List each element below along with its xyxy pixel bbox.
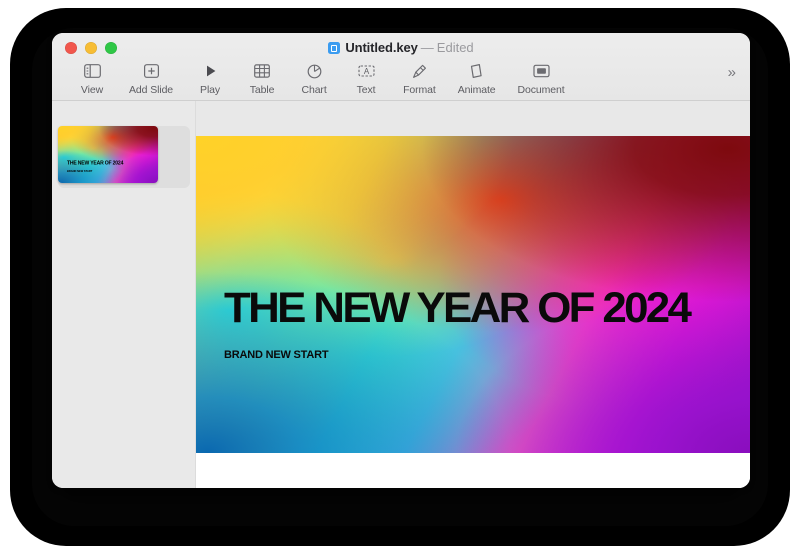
plus-box-icon bbox=[143, 61, 160, 81]
thumbnail-title: THE NEW YEAR OF 2024 bbox=[67, 160, 123, 167]
paintbrush-icon bbox=[412, 61, 427, 81]
toolbar-button-view[interactable]: View bbox=[66, 59, 118, 96]
slide-title-text[interactable]: THE NEW YEAR OF 2024 bbox=[224, 287, 689, 330]
slide-subtitle-text[interactable]: BRAND NEW START bbox=[224, 349, 328, 361]
document-name[interactable]: Untitled.key bbox=[345, 40, 417, 55]
table-grid-icon bbox=[254, 61, 270, 81]
text-box-a-icon: A bbox=[358, 61, 375, 81]
toolbar-label-play: Play bbox=[200, 84, 220, 96]
toolbar-button-chart[interactable]: Chart bbox=[288, 59, 340, 96]
toolbar-button-play[interactable]: Play bbox=[184, 59, 236, 96]
toolbar-button-table[interactable]: Table bbox=[236, 59, 288, 96]
slide-canvas[interactable]: THE NEW YEAR OF 2024 BRAND NEW START bbox=[196, 136, 750, 453]
toolbar-label-add-slide: Add Slide bbox=[129, 84, 173, 96]
canvas-bottom-padding bbox=[196, 453, 750, 488]
main-toolbar: View Add Slide bbox=[52, 59, 750, 101]
slide-thumbnail-row[interactable]: 1 THE NEW YEAR OF 2024 BRAND NEW START bbox=[58, 126, 190, 188]
title-separator: — bbox=[421, 40, 434, 55]
window-title: Untitled.key —Edited bbox=[52, 40, 750, 56]
toolbar-label-text: Text bbox=[357, 84, 376, 96]
toolbar-label-table: Table bbox=[250, 84, 275, 96]
toolbar-label-format: Format bbox=[403, 84, 436, 96]
thumbnail-subtitle: BRAND NEW START bbox=[67, 170, 92, 173]
chevron-double-right-icon: » bbox=[728, 64, 736, 81]
toolbar-overflow-button[interactable]: » bbox=[728, 59, 750, 85]
toolbar-button-animate[interactable]: Animate bbox=[447, 59, 507, 96]
slide-navigator-sidebar[interactable]: 1 THE NEW YEAR OF 2024 BRAND NEW START bbox=[52, 101, 196, 488]
toolbar-button-add-slide[interactable]: Add Slide bbox=[118, 59, 184, 96]
window-body: 1 THE NEW YEAR OF 2024 BRAND NEW START T… bbox=[52, 101, 750, 488]
toolbar-label-document: Document bbox=[518, 84, 565, 96]
slide-canvas-area[interactable]: THE NEW YEAR OF 2024 BRAND NEW START bbox=[196, 101, 750, 488]
screenshot-stage: Untitled.key —Edited View bbox=[0, 0, 800, 557]
sidebar-panel-icon bbox=[84, 61, 101, 81]
pie-chart-icon bbox=[307, 61, 322, 81]
keynote-window: Untitled.key —Edited View bbox=[52, 33, 750, 488]
slide-thumbnail[interactable]: THE NEW YEAR OF 2024 BRAND NEW START bbox=[58, 126, 158, 183]
canvas-top-padding bbox=[196, 101, 750, 136]
toolbar-button-format[interactable]: Format bbox=[392, 59, 447, 96]
toolbar-label-chart: Chart bbox=[301, 84, 326, 96]
toolbar-label-animate: Animate bbox=[458, 84, 496, 96]
toolbar-button-document[interactable]: Document bbox=[507, 59, 576, 96]
toolbar-button-text[interactable]: A Text bbox=[340, 59, 392, 96]
window-titlebar: Untitled.key —Edited View bbox=[52, 33, 750, 101]
diamond-animate-icon bbox=[468, 61, 485, 81]
document-inspector-icon bbox=[533, 61, 550, 81]
document-status: Edited bbox=[437, 40, 474, 55]
toolbar-label-view: View bbox=[81, 84, 103, 96]
play-triangle-icon bbox=[203, 61, 218, 81]
keynote-document-icon bbox=[328, 42, 340, 54]
svg-text:A: A bbox=[363, 67, 369, 76]
